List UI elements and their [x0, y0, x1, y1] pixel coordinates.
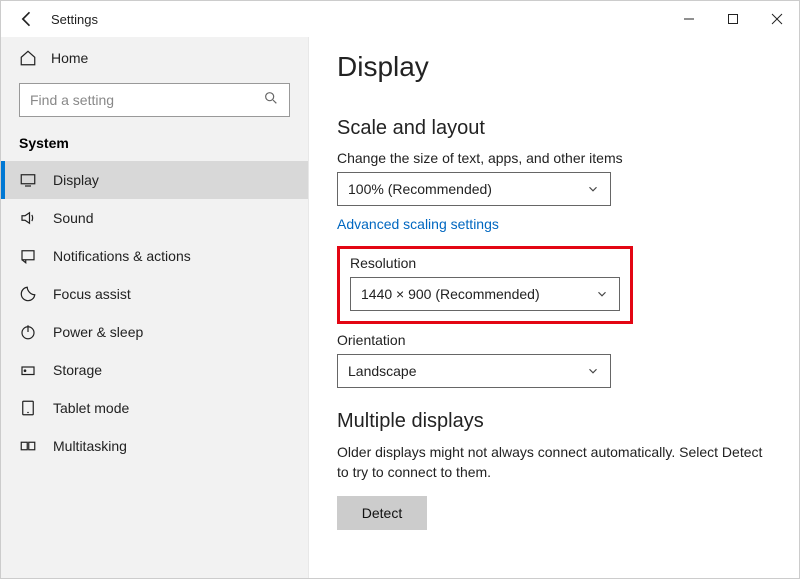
search-input[interactable] — [30, 92, 229, 108]
resolution-label: Resolution — [350, 255, 620, 271]
sidebar-item-label: Focus assist — [53, 286, 131, 302]
sidebar-item-label: Sound — [53, 210, 93, 226]
scale-combo[interactable]: 100% (Recommended) — [337, 172, 611, 206]
section-multiple-title: Multiple displays — [337, 410, 771, 433]
sidebar-home[interactable]: Home — [1, 41, 308, 75]
sidebar-item-tablet-mode[interactable]: Tablet mode — [1, 389, 308, 427]
sidebar-item-label: Display — [53, 172, 99, 188]
focus-assist-icon — [19, 285, 37, 303]
advanced-scaling-link[interactable]: Advanced scaling settings — [337, 216, 499, 232]
hd-color-link[interactable]: WindowWindows HD Color settings — [337, 85, 771, 101]
sidebar-item-label: Multitasking — [53, 438, 127, 454]
scale-label: Change the size of text, apps, and other… — [337, 150, 771, 166]
sidebar-item-power-sleep[interactable]: Power & sleep — [1, 313, 308, 351]
multiple-displays-text: Older displays might not always connect … — [337, 443, 771, 482]
storage-icon — [19, 361, 37, 379]
sidebar-item-storage[interactable]: Storage — [1, 351, 308, 389]
page-title: Display — [337, 51, 771, 83]
chevron-down-icon — [595, 287, 609, 301]
sidebar-item-focus-assist[interactable]: Focus assist — [1, 275, 308, 313]
multitasking-icon — [19, 437, 37, 455]
sidebar-item-notifications[interactable]: Notifications & actions — [1, 237, 308, 275]
sidebar-home-label: Home — [51, 50, 88, 66]
orientation-combo[interactable]: Landscape — [337, 354, 611, 388]
sidebar-item-label: Tablet mode — [53, 400, 129, 416]
scale-combo-value: 100% (Recommended) — [348, 181, 492, 197]
sidebar-item-sound[interactable]: Sound — [1, 199, 308, 237]
display-icon — [19, 171, 37, 189]
orientation-combo-value: Landscape — [348, 363, 417, 379]
sidebar-group-label: System — [1, 127, 308, 161]
sidebar: Home System Display Sound Notifications … — [1, 37, 309, 578]
sidebar-item-display[interactable]: Display — [1, 161, 308, 199]
minimize-button[interactable] — [667, 4, 711, 34]
notifications-icon — [19, 247, 37, 265]
home-icon — [19, 49, 37, 67]
back-icon[interactable] — [17, 9, 37, 29]
chevron-down-icon — [586, 364, 600, 378]
window-title: Settings — [51, 12, 98, 27]
resolution-highlight: Resolution 1440 × 900 (Recommended) — [337, 246, 633, 324]
sidebar-item-label: Notifications & actions — [53, 248, 191, 264]
search-icon — [263, 90, 279, 111]
main-content: Display WindowWindows HD Color settings … — [309, 37, 799, 578]
sound-icon — [19, 209, 37, 227]
search-box[interactable] — [19, 83, 290, 117]
detect-button[interactable]: Detect — [337, 496, 427, 530]
orientation-label: Orientation — [337, 332, 771, 348]
chevron-down-icon — [586, 182, 600, 196]
section-scale-title: Scale and layout — [337, 117, 771, 140]
resolution-combo-value: 1440 × 900 (Recommended) — [361, 286, 540, 302]
sidebar-item-multitasking[interactable]: Multitasking — [1, 427, 308, 465]
close-button[interactable] — [755, 4, 799, 34]
maximize-button[interactable] — [711, 4, 755, 34]
power-icon — [19, 323, 37, 341]
tablet-icon — [19, 399, 37, 417]
sidebar-item-label: Storage — [53, 362, 102, 378]
sidebar-item-label: Power & sleep — [53, 324, 143, 340]
resolution-combo[interactable]: 1440 × 900 (Recommended) — [350, 277, 620, 311]
